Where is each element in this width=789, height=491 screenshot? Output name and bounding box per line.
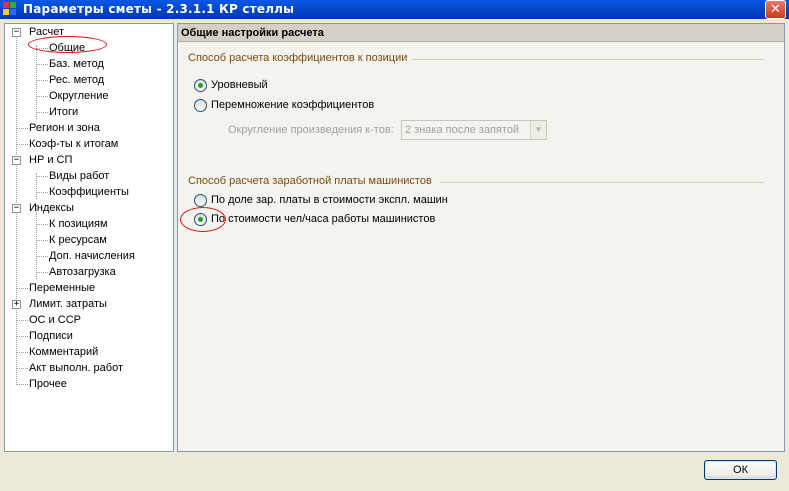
group-title-coefficients: Способ расчета коэффициентов к позиции: [188, 52, 408, 64]
tree-line: [36, 224, 48, 225]
annotation-circle: [180, 207, 226, 232]
group-divider: [412, 59, 764, 60]
tree-item-podpisi[interactable]: Подписи: [29, 329, 73, 344]
tree-line: [17, 128, 28, 129]
group-divider: [440, 182, 764, 183]
expand-icon[interactable]: +: [12, 300, 21, 309]
tree-item-baz-metod[interactable]: Баз. метод: [49, 57, 104, 72]
radio-label: По доле зар. платы в стоимости экспл. ма…: [211, 194, 448, 206]
tree-item-limit-zatraty[interactable]: Лимит. затраты: [29, 297, 107, 312]
tree-item-vidy-rabot[interactable]: Виды работ: [49, 169, 109, 184]
ok-button[interactable]: ОК: [704, 460, 777, 480]
rounding-select[interactable]: 2 знака после запятой ▼: [401, 120, 547, 140]
tree-line: [36, 192, 48, 193]
tree-line: [17, 144, 28, 145]
tree-item-res-metod[interactable]: Рес. метод: [49, 73, 104, 88]
tree-item-dop-nachisleniya[interactable]: Доп. начисления: [49, 249, 135, 264]
radio-urovnevy[interactable]: Уровневый: [194, 77, 394, 93]
radio-label: Перемножение коэффициентов: [211, 99, 375, 111]
group-title-machinists: Способ расчета заработной платы машинист…: [188, 175, 432, 187]
tree-item-okruglenie[interactable]: Округление: [49, 89, 109, 104]
radio-checked-icon: [194, 79, 207, 92]
tree-item-koef-itogi[interactable]: Коэф-ты к итогам: [29, 137, 118, 152]
tree-item-k-resursam[interactable]: К ресурсам: [49, 233, 107, 248]
tree-item-prochee[interactable]: Прочее: [29, 377, 67, 392]
rounding-value: 2 знака после запятой: [405, 124, 520, 136]
tree-item-nr-sp[interactable]: НР и СП: [29, 153, 72, 168]
tree-line: [36, 80, 48, 81]
radio-unchecked-icon: [194, 99, 207, 112]
radio-peremnozhenie[interactable]: Перемножение коэффициентов: [194, 97, 414, 113]
tree-line: [36, 240, 48, 241]
tree-item-peremennye[interactable]: Переменные: [29, 281, 95, 296]
tree-item-os-ssr[interactable]: ОС и ССР: [29, 313, 81, 328]
annotation-circle: [28, 36, 107, 53]
tree-line: [17, 384, 28, 385]
tree-line: [17, 320, 28, 321]
radio-unchecked-icon: [194, 194, 207, 207]
close-button[interactable]: ✕: [765, 0, 786, 19]
tree-item-region[interactable]: Регион и зона: [29, 121, 100, 136]
settings-tree[interactable]: − − − + Расчет Общие Баз. метод Рес. мет…: [4, 23, 174, 452]
tree-item-itogi[interactable]: Итоги: [49, 105, 78, 120]
window-title: Параметры сметы - 2.3.1.1 КР стеллы: [23, 2, 295, 16]
tree-line: [36, 96, 48, 97]
settings-panel: Общие настройки расчета Способ расчета к…: [177, 23, 785, 452]
tree-line: [36, 64, 48, 65]
tree-item-k-poziciyam[interactable]: К позициям: [49, 217, 108, 232]
collapse-icon[interactable]: −: [12, 204, 21, 213]
tree-line: [17, 352, 28, 353]
rounding-label: Округление произведения к-тов:: [228, 124, 394, 136]
app-icon: [3, 2, 18, 17]
radio-po-stoimosti[interactable]: По стоимости чел/часа работы машинистов: [194, 211, 474, 227]
tree-line: [36, 176, 48, 177]
tree-item-koefficienty[interactable]: Коэффициенты: [49, 185, 129, 200]
tree-line: [36, 45, 37, 119]
tree-line: [36, 256, 48, 257]
tree-item-akt[interactable]: Акт выполн. работ: [29, 361, 123, 376]
close-icon: ✕: [770, 2, 781, 17]
tree-line: [17, 336, 28, 337]
tree-item-indeksy[interactable]: Индексы: [29, 201, 74, 216]
chevron-down-icon[interactable]: ▼: [530, 121, 546, 139]
panel-header: Общие настройки расчета: [178, 24, 784, 42]
collapse-icon[interactable]: −: [12, 28, 21, 37]
radio-label: Уровневый: [211, 79, 268, 91]
collapse-icon[interactable]: −: [12, 156, 21, 165]
tree-item-avtozagruzka[interactable]: Автозагрузка: [49, 265, 116, 280]
tree-line: [36, 112, 48, 113]
radio-label: По стоимости чел/часа работы машинистов: [211, 213, 436, 225]
radio-po-dole[interactable]: По доле зар. платы в стоимости экспл. ма…: [194, 192, 474, 208]
tree-line: [17, 368, 28, 369]
title-bar: Параметры сметы - 2.3.1.1 КР стеллы ✕: [0, 0, 789, 19]
tree-item-kommentariy[interactable]: Комментарий: [29, 345, 98, 360]
tree-line: [36, 205, 37, 279]
tree-line: [36, 272, 48, 273]
tree-line: [17, 288, 28, 289]
